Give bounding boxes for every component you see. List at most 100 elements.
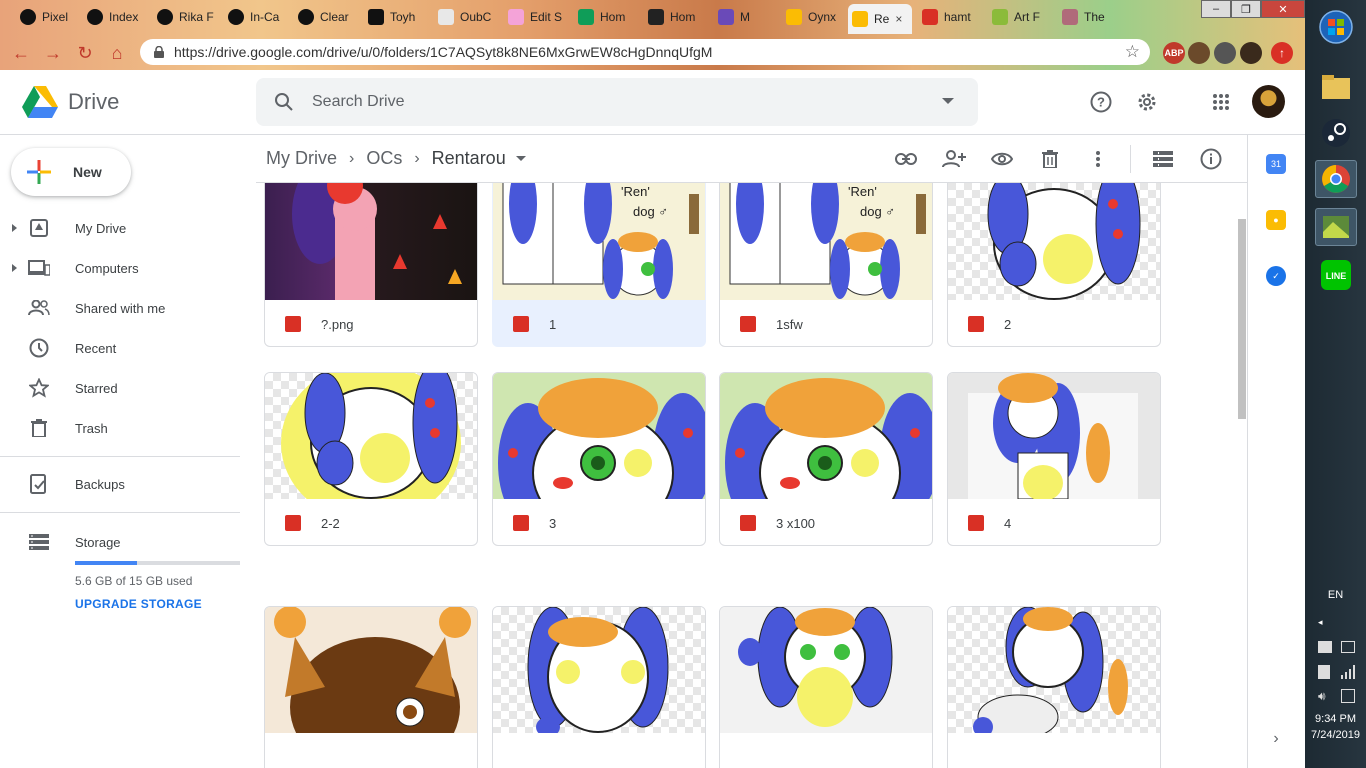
forward-button[interactable]: → [42, 42, 64, 64]
search-icon[interactable] [274, 92, 294, 112]
sidebar-item-label: My Drive [75, 220, 127, 236]
drive-logo[interactable]: Drive [22, 86, 119, 118]
browser-tab[interactable]: Toyh [364, 4, 430, 30]
file-card[interactable]: 2-2 [264, 372, 478, 546]
profile-extension-icon[interactable] [1214, 42, 1236, 64]
sidebar-item-computers[interactable]: Computers [0, 252, 240, 284]
system-clock[interactable]: 9:34 PM 7/24/2019 [1305, 711, 1366, 743]
sidebar-item-shared-with-me[interactable]: Shared with me [0, 292, 240, 324]
browser-tab[interactable]: hamt [918, 4, 984, 30]
tray-action-center-icon[interactable] [1341, 689, 1355, 703]
settings-gear-icon[interactable] [1135, 90, 1159, 114]
browser-tab[interactable]: Clear [294, 4, 360, 30]
keep-icon[interactable]: ● [1266, 210, 1286, 230]
tray-volume-icon[interactable]: 🔊︎ [1318, 689, 1326, 704]
browser-tab[interactable]: The [1058, 4, 1124, 30]
file-card[interactable]: 4 [947, 372, 1161, 546]
extension-icon[interactable] [1188, 42, 1210, 64]
chrome-icon[interactable] [1315, 160, 1357, 198]
file-card[interactable] [492, 606, 706, 768]
tray-signal-icon[interactable] [1341, 665, 1355, 679]
paw-icon [157, 9, 173, 25]
browser-tab[interactable]: OubC [434, 4, 500, 30]
browser-tab[interactable]: Oynx [782, 4, 848, 30]
sidebar-item-backups[interactable]: Backups [0, 468, 240, 500]
svg-text:dog ♂: dog ♂ [633, 204, 668, 219]
language-indicator[interactable]: EN [1305, 589, 1366, 601]
search-box[interactable]: Search Drive [256, 78, 978, 126]
calendar-icon[interactable]: 31 [1266, 154, 1286, 174]
file-card[interactable] [947, 606, 1161, 768]
apps-grid-icon[interactable] [1209, 90, 1233, 114]
maximize-button[interactable]: ❐ [1231, 0, 1261, 18]
sidebar-item-my-drive[interactable]: My Drive [0, 212, 240, 244]
delete-trash-icon[interactable] [1038, 147, 1062, 171]
paw-icon [87, 9, 103, 25]
profile-avatar-icon[interactable] [1240, 42, 1262, 64]
upgrade-storage-link[interactable]: UPGRADE STORAGE [75, 597, 202, 611]
help-icon[interactable]: ? [1089, 90, 1113, 114]
sidebar-item-starred[interactable]: Starred [0, 372, 240, 404]
steam-icon[interactable] [1315, 114, 1357, 152]
tasks-icon[interactable]: ✓ [1266, 266, 1286, 286]
back-button[interactable]: ← [10, 42, 32, 64]
search-input[interactable]: Search Drive [312, 93, 404, 111]
breadcrumb-current-folder[interactable]: Rentarou [432, 148, 506, 169]
expand-arrow-icon[interactable] [12, 224, 17, 232]
preview-eye-icon[interactable] [990, 147, 1014, 171]
file-card[interactable]: 'Ren' dog ♂ 1 [492, 183, 706, 347]
address-bar[interactable]: https://drive.google.com/drive/u/0/folde… [140, 39, 1150, 65]
file-card[interactable]: 2 [947, 183, 1161, 347]
sidebar-item-trash[interactable]: Trash [0, 412, 240, 444]
tray-power-icon[interactable] [1318, 665, 1330, 679]
sidebar-item-storage[interactable]: Storage [0, 526, 240, 558]
folder-menu-caret-icon[interactable] [515, 156, 526, 161]
browser-tab[interactable]: Index [83, 4, 149, 30]
image-app-icon[interactable] [1315, 208, 1357, 246]
browser-tab[interactable]: Art F [988, 4, 1054, 30]
minimize-button[interactable]: – [1201, 0, 1231, 18]
expand-panel-chevron-icon[interactable]: › [1266, 729, 1286, 749]
tray-battery-icon[interactable] [1341, 641, 1355, 653]
home-button[interactable]: ⌂ [106, 42, 128, 64]
vertical-scrollbar[interactable] [1237, 183, 1247, 768]
browser-tab[interactable]: Pixel [16, 4, 82, 30]
details-info-icon[interactable] [1199, 147, 1223, 171]
show-hidden-icons-icon[interactable]: ◂ [1318, 617, 1323, 628]
file-card[interactable]: 3 [492, 372, 706, 546]
scrollbar-thumb[interactable] [1238, 219, 1246, 419]
file-card[interactable]: 3 x100 [719, 372, 933, 546]
browser-tab[interactable]: Edit S [504, 4, 570, 30]
file-card[interactable]: 'Ren' dog ♂ 1sfw [719, 183, 933, 347]
browser-tab[interactable]: Rika F [153, 4, 219, 30]
more-vertical-icon[interactable] [1086, 147, 1110, 171]
browser-tab[interactable]: M [714, 4, 780, 30]
tray-flag-icon[interactable] [1318, 641, 1332, 653]
reload-button[interactable]: ↻ [74, 42, 96, 64]
get-link-icon[interactable] [894, 147, 918, 171]
search-options-icon[interactable] [942, 98, 954, 104]
list-view-icon[interactable] [1151, 147, 1175, 171]
breadcrumb-my-drive[interactable]: My Drive [266, 148, 337, 169]
file-card[interactable] [264, 606, 478, 768]
sidebar-item-recent[interactable]: Recent [0, 332, 240, 364]
new-button[interactable]: New [11, 148, 131, 196]
line-app-icon[interactable]: LINE [1315, 256, 1357, 294]
browser-tab[interactable]: In-Ca [224, 4, 290, 30]
close-tab-icon[interactable]: × [895, 12, 902, 26]
browser-tab[interactable]: Re × [848, 4, 912, 34]
bookmark-star-icon[interactable]: ☆ [1125, 42, 1140, 62]
browser-tab[interactable]: Hom [644, 4, 710, 30]
file-explorer-icon[interactable] [1315, 68, 1357, 106]
browser-tab[interactable]: Hom [574, 4, 640, 30]
adblock-icon[interactable]: ABP [1163, 42, 1185, 64]
start-button[interactable] [1315, 8, 1357, 46]
close-window-button[interactable]: ✕ [1261, 0, 1305, 18]
expand-arrow-icon[interactable] [12, 264, 17, 272]
file-card[interactable] [719, 606, 933, 768]
file-card[interactable]: ?.png [264, 183, 478, 347]
account-avatar[interactable] [1252, 85, 1285, 118]
share-add-person-icon[interactable] [942, 147, 966, 171]
update-icon[interactable]: ↑ [1271, 42, 1293, 64]
breadcrumb-ocs[interactable]: OCs [366, 148, 402, 169]
